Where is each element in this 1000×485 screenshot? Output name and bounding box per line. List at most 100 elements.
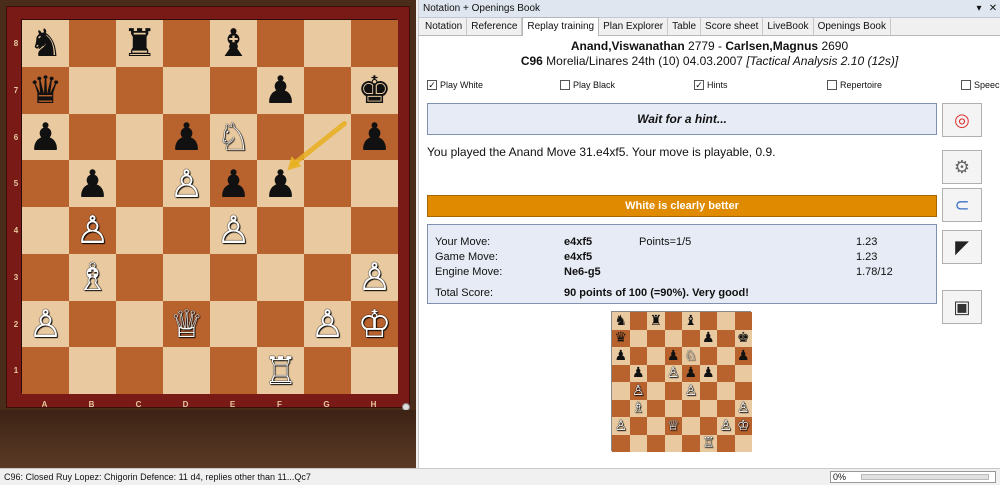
option-hints[interactable]: ✓ Hints: [694, 80, 728, 90]
white-pawn-icon[interactable]: ♙: [357, 258, 391, 296]
gears-icon[interactable]: ⚙: [942, 150, 982, 184]
square-a4[interactable]: [22, 207, 69, 254]
black-queen-icon[interactable]: ♛: [28, 71, 62, 109]
square-e3[interactable]: [210, 253, 257, 301]
square-a7[interactable]: ♛: [22, 66, 69, 114]
save-icon[interactable]: ▣: [942, 290, 982, 324]
white-knight-icon[interactable]: ♘: [216, 118, 250, 156]
square-a1[interactable]: [22, 347, 69, 394]
square-g6[interactable]: [304, 113, 351, 161]
square-g2[interactable]: ♙: [304, 300, 351, 348]
lifebuoy-icon[interactable]: ◎: [942, 103, 982, 137]
black-pawn-icon[interactable]: ♟: [75, 165, 109, 203]
square-f4[interactable]: [257, 207, 304, 254]
square-h2[interactable]: ♔: [351, 300, 398, 348]
checkbox[interactable]: ✓: [694, 80, 704, 90]
satellite-icon[interactable]: ◤: [942, 230, 982, 264]
white-pawn-icon[interactable]: ♙: [310, 305, 344, 343]
black-pawn-icon[interactable]: ♟: [263, 71, 297, 109]
square-f3[interactable]: [257, 253, 304, 301]
checkbox[interactable]: [827, 80, 837, 90]
square-f8[interactable]: [257, 20, 304, 67]
square-g4[interactable]: [304, 207, 351, 254]
square-h8[interactable]: [351, 20, 398, 67]
square-f6[interactable]: [257, 113, 304, 161]
square-e5[interactable]: ♟: [210, 160, 257, 207]
square-d6[interactable]: ♟: [163, 113, 210, 161]
option-speech[interactable]: Speech: [961, 80, 1000, 90]
tab-openings-book[interactable]: Openings Book: [814, 18, 891, 35]
black-bishop-icon[interactable]: ♝: [216, 24, 250, 62]
white-pawn-icon[interactable]: ♙: [28, 305, 62, 343]
square-b4[interactable]: ♙: [69, 207, 116, 254]
tab-replay-training[interactable]: Replay training: [522, 17, 600, 36]
square-b6[interactable]: [69, 113, 116, 161]
square-b1[interactable]: [69, 347, 116, 394]
square-c3[interactable]: [116, 253, 163, 301]
square-d5[interactable]: ♙: [163, 160, 210, 207]
square-a8[interactable]: ♞: [22, 20, 69, 67]
option-play-white[interactable]: ✓ Play White: [427, 80, 483, 90]
square-e4[interactable]: ♙: [210, 207, 257, 254]
tab-reference[interactable]: Reference: [467, 18, 523, 35]
checkbox[interactable]: [560, 80, 570, 90]
square-g7[interactable]: [304, 66, 351, 114]
white-pawn-icon[interactable]: ♙: [216, 211, 250, 249]
square-g3[interactable]: [304, 253, 351, 301]
square-g5[interactable]: [304, 160, 351, 207]
square-a5[interactable]: [22, 160, 69, 207]
white-bishop-icon[interactable]: ♗: [75, 258, 109, 296]
square-h4[interactable]: [351, 207, 398, 254]
square-g8[interactable]: [304, 20, 351, 67]
square-a3[interactable]: [22, 253, 69, 301]
magnet-icon[interactable]: ⊂: [942, 188, 982, 222]
black-pawn-icon[interactable]: ♟: [28, 118, 62, 156]
checkbox[interactable]: ✓: [427, 80, 437, 90]
square-e1[interactable]: [210, 347, 257, 394]
square-a6[interactable]: ♟: [22, 113, 69, 161]
square-c5[interactable]: [116, 160, 163, 207]
black-pawn-icon[interactable]: ♟: [263, 165, 297, 203]
square-f5[interactable]: ♟: [257, 160, 304, 207]
chess-board[interactable]: ♞ ♜ ♝ ♛ ♟ ♚ ♟ ♟ ♘ ♟ ♟ ♙ ♟ ♟ ♙ ♙ ♗ ♙ ♙ ♕ ♙ ♔ ♖: [21, 19, 398, 394]
black-king-icon[interactable]: ♚: [357, 71, 391, 109]
tab-plan-explorer[interactable]: Plan Explorer: [599, 18, 669, 35]
square-b3[interactable]: ♗: [69, 253, 116, 301]
black-rook-icon[interactable]: ♜: [122, 24, 156, 62]
square-d8[interactable]: [163, 20, 210, 67]
hint-button[interactable]: Wait for a hint...: [427, 103, 937, 135]
square-c1[interactable]: [116, 347, 163, 394]
square-f2[interactable]: [257, 300, 304, 348]
square-h6[interactable]: ♟: [351, 113, 398, 161]
tab-livebook[interactable]: LiveBook: [763, 18, 814, 35]
square-b8[interactable]: [69, 20, 116, 67]
white-queen-icon[interactable]: ♕: [169, 305, 203, 343]
square-b2[interactable]: [69, 300, 116, 348]
black-knight-icon[interactable]: ♞: [28, 24, 62, 62]
square-e8[interactable]: ♝: [210, 20, 257, 67]
black-pawn-icon[interactable]: ♟: [216, 165, 250, 203]
square-c4[interactable]: [116, 207, 163, 254]
square-h1[interactable]: [351, 347, 398, 394]
square-d7[interactable]: [163, 66, 210, 114]
square-c6[interactable]: [116, 113, 163, 161]
tab-notation[interactable]: Notation: [421, 18, 468, 35]
square-h3[interactable]: ♙: [351, 253, 398, 301]
square-d4[interactable]: [163, 207, 210, 254]
white-king-icon[interactable]: ♔: [357, 305, 391, 343]
square-a2[interactable]: ♙: [22, 300, 69, 348]
square-c7[interactable]: [116, 66, 163, 114]
square-c8[interactable]: ♜: [116, 20, 163, 67]
checkbox[interactable]: [961, 80, 971, 90]
tab-table[interactable]: Table: [668, 18, 702, 35]
square-c2[interactable]: [116, 300, 163, 348]
square-e6[interactable]: ♘: [210, 113, 257, 161]
square-d2[interactable]: ♕: [163, 300, 210, 348]
square-f1[interactable]: ♖: [257, 347, 304, 394]
square-h7[interactable]: ♚: [351, 66, 398, 114]
pin-icon[interactable]: ▾: [972, 3, 986, 14]
option-repertoire[interactable]: Repertoire: [827, 80, 882, 90]
square-h5[interactable]: [351, 160, 398, 207]
tab-score-sheet[interactable]: Score sheet: [701, 18, 764, 35]
black-pawn-icon[interactable]: ♟: [169, 118, 203, 156]
